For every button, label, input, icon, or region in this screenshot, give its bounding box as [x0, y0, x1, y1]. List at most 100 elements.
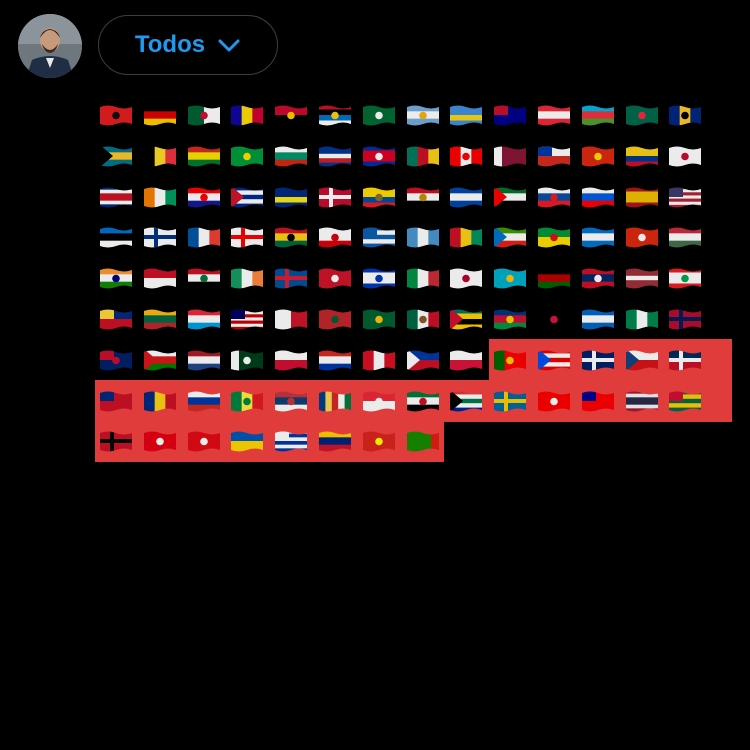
flag-gibraltar-icon[interactable]: [319, 226, 351, 248]
flag-senegal-icon[interactable]: [231, 390, 264, 412]
flag-belgium-icon[interactable]: [143, 145, 176, 167]
flag-kenya-icon[interactable]: [538, 267, 570, 289]
flag-norway-icon[interactable]: [669, 308, 702, 330]
flag-vietnam-icon[interactable]: [362, 430, 395, 452]
flag-mauritania-icon[interactable]: [362, 308, 395, 330]
flag-austria-icon[interactable]: [538, 104, 570, 126]
flag-azerbaijan-icon[interactable]: [581, 104, 614, 126]
flag-guatemala-icon[interactable]: [406, 226, 439, 248]
flag-seychelles-icon[interactable]: [319, 390, 351, 412]
flag-french-guiana-icon[interactable]: [538, 226, 570, 248]
flag-chile-icon[interactable]: [538, 145, 570, 167]
flag-serbia-icon[interactable]: [275, 390, 308, 412]
flag-oman-icon[interactable]: [143, 349, 176, 371]
flag-italy-icon[interactable]: [406, 267, 439, 289]
flag-lithuania-icon[interactable]: [143, 308, 176, 330]
flag-el-salvador-icon[interactable]: [450, 186, 483, 208]
flag-south-africa-icon[interactable]: [450, 390, 483, 412]
flag-malaysia-icon[interactable]: [231, 308, 264, 330]
flag-costa-rica-icon[interactable]: [100, 186, 132, 208]
flag-israel-icon[interactable]: [362, 267, 395, 289]
flag-netherlands-icon[interactable]: [187, 349, 220, 371]
flag-china-icon[interactable]: [581, 145, 614, 167]
flag-denmark-icon[interactable]: [319, 186, 351, 208]
flag-slovenia-icon[interactable]: [581, 186, 614, 208]
flag-namibia-icon[interactable]: [494, 308, 527, 330]
flag-guinea-icon[interactable]: [450, 226, 483, 248]
flag-sweden-icon[interactable]: [494, 390, 527, 412]
flag-india-icon[interactable]: [100, 267, 132, 289]
flag-egypt-icon[interactable]: [406, 186, 439, 208]
flag-portugal-icon[interactable]: [494, 349, 527, 371]
flag-syria-icon[interactable]: [406, 390, 439, 412]
flag-luxembourg-icon[interactable]: [187, 308, 220, 330]
flag-nepal-icon[interactable]: [538, 308, 570, 330]
flag-barbados-icon[interactable]: [669, 104, 702, 126]
flag-nigeria-icon[interactable]: [625, 308, 658, 330]
flag-south-korea-icon[interactable]: [669, 145, 702, 167]
flag-tunisia-icon[interactable]: [143, 430, 176, 452]
flag-switzerland-icon[interactable]: [538, 390, 570, 412]
flag-croatia-icon[interactable]: [187, 186, 220, 208]
flag-andorra-icon[interactable]: [231, 104, 264, 126]
flag-bulgaria-icon[interactable]: [275, 145, 308, 167]
flag-ivory-coast-icon[interactable]: [143, 186, 176, 208]
flag-ukraine-icon[interactable]: [231, 430, 264, 452]
flag-kazakhstan-icon[interactable]: [494, 267, 527, 289]
flag-czech-republic-icon[interactable]: [625, 349, 658, 371]
flag-venezuela-icon[interactable]: [319, 430, 351, 452]
flag-hungary-icon[interactable]: [669, 226, 702, 248]
flag-algeria-icon[interactable]: [187, 104, 220, 126]
flag-brazil-icon[interactable]: [231, 145, 264, 167]
flag-indonesia-icon[interactable]: [143, 267, 176, 289]
avatar[interactable]: [18, 14, 82, 78]
flag-singapore-icon[interactable]: [362, 390, 395, 412]
flag-colombia-icon[interactable]: [625, 145, 658, 167]
flag-samoa-icon[interactable]: [100, 390, 132, 412]
flag-ecuador-icon[interactable]: [362, 186, 395, 208]
flag-new-zealand-icon[interactable]: [100, 349, 132, 371]
flag-bahamas-icon[interactable]: [100, 145, 132, 167]
flag-canada-icon[interactable]: [450, 145, 483, 167]
flag-trinidad-tobago-icon[interactable]: [100, 430, 132, 452]
flag-united-states-icon[interactable]: [669, 186, 702, 208]
flag-nicaragua-icon[interactable]: [581, 308, 614, 330]
flag-slovakia-icon[interactable]: [538, 186, 570, 208]
flag-united-kingdom-icon[interactable]: [581, 349, 614, 371]
flag-dominican-republic-icon[interactable]: [669, 349, 702, 371]
flag-georgia-icon[interactable]: [231, 226, 264, 248]
flag-curacao-icon[interactable]: [275, 186, 308, 208]
flag-iraq-icon[interactable]: [187, 267, 220, 289]
flag-pakistan-icon[interactable]: [231, 349, 264, 371]
flag-ghana-icon[interactable]: [275, 226, 308, 248]
flag-latvia-icon[interactable]: [625, 267, 658, 289]
flag-france-icon[interactable]: [187, 226, 220, 248]
flag-puerto-rico-icon[interactable]: [538, 349, 570, 371]
flag-qatar-icon[interactable]: [494, 145, 527, 167]
flag-cape-verde-icon[interactable]: [319, 145, 351, 167]
flag-thailand-icon[interactable]: [625, 390, 658, 412]
flag-romania-icon[interactable]: [143, 390, 176, 412]
flag-peru-icon[interactable]: [362, 349, 395, 371]
flag-zambia-icon[interactable]: [406, 430, 439, 452]
flag-uae-icon[interactable]: [494, 186, 527, 208]
flag-greece-icon[interactable]: [362, 226, 395, 248]
flag-russia-icon[interactable]: [187, 390, 220, 412]
flag-angola-icon[interactable]: [275, 104, 308, 126]
flag-germany-icon[interactable]: [143, 104, 176, 126]
flag-antigua-barbuda-icon[interactable]: [319, 104, 351, 126]
flag-estonia-icon[interactable]: [100, 226, 132, 248]
flag-laos-icon[interactable]: [581, 267, 614, 289]
flag-panama-icon[interactable]: [275, 349, 308, 371]
flag-taiwan-icon[interactable]: [581, 390, 614, 412]
flag-saudi-arabia-icon[interactable]: [362, 104, 395, 126]
flag-mexico-icon[interactable]: [406, 308, 439, 330]
flag-isle-of-man-icon[interactable]: [319, 267, 351, 289]
flag-bolivia-icon[interactable]: [187, 145, 220, 167]
flag-poland-icon[interactable]: [450, 349, 483, 371]
flag-iceland-icon[interactable]: [275, 267, 308, 289]
flag-bangladesh-icon[interactable]: [625, 104, 658, 126]
flag-philippines-icon[interactable]: [406, 349, 439, 371]
flag-australia-icon[interactable]: [494, 104, 527, 126]
flag-finland-icon[interactable]: [143, 226, 176, 248]
